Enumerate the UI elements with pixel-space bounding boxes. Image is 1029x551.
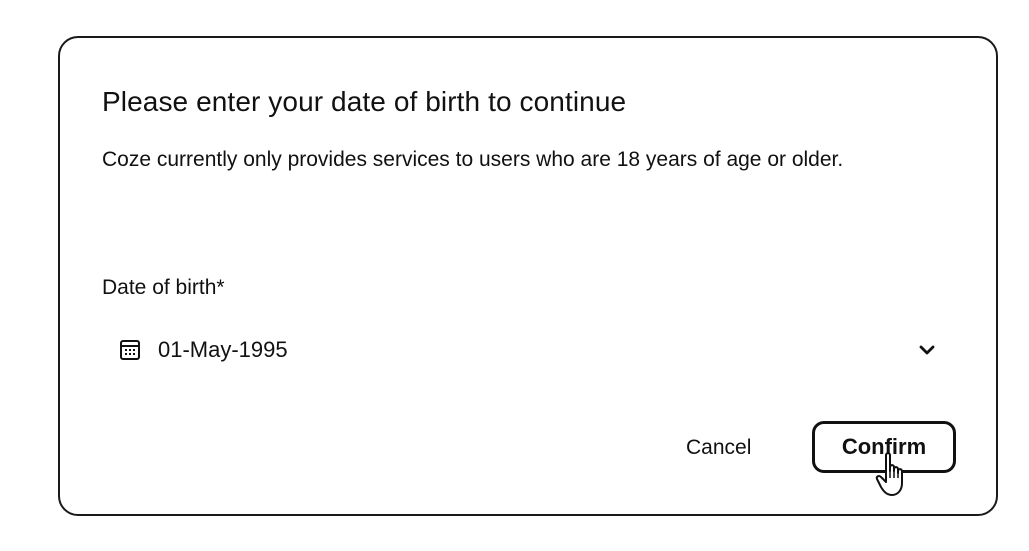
confirm-button[interactable]: Confirm bbox=[812, 421, 956, 473]
cancel-button[interactable]: Cancel bbox=[670, 430, 767, 466]
dialog-title: Please enter your date of birth to conti… bbox=[102, 86, 627, 117]
date-of-birth-label: Date of birth* bbox=[102, 276, 225, 299]
dialog-description: Coze currently only provides services to… bbox=[102, 148, 844, 171]
date-of-birth-value: 01-May-1995 bbox=[158, 337, 288, 362]
chevron-down-icon[interactable] bbox=[916, 339, 938, 361]
calendar-icon bbox=[118, 338, 142, 362]
date-of-birth-select[interactable]: 01-May-1995 bbox=[118, 331, 938, 369]
date-of-birth-dialog: Please enter your date of birth to conti… bbox=[58, 36, 998, 516]
